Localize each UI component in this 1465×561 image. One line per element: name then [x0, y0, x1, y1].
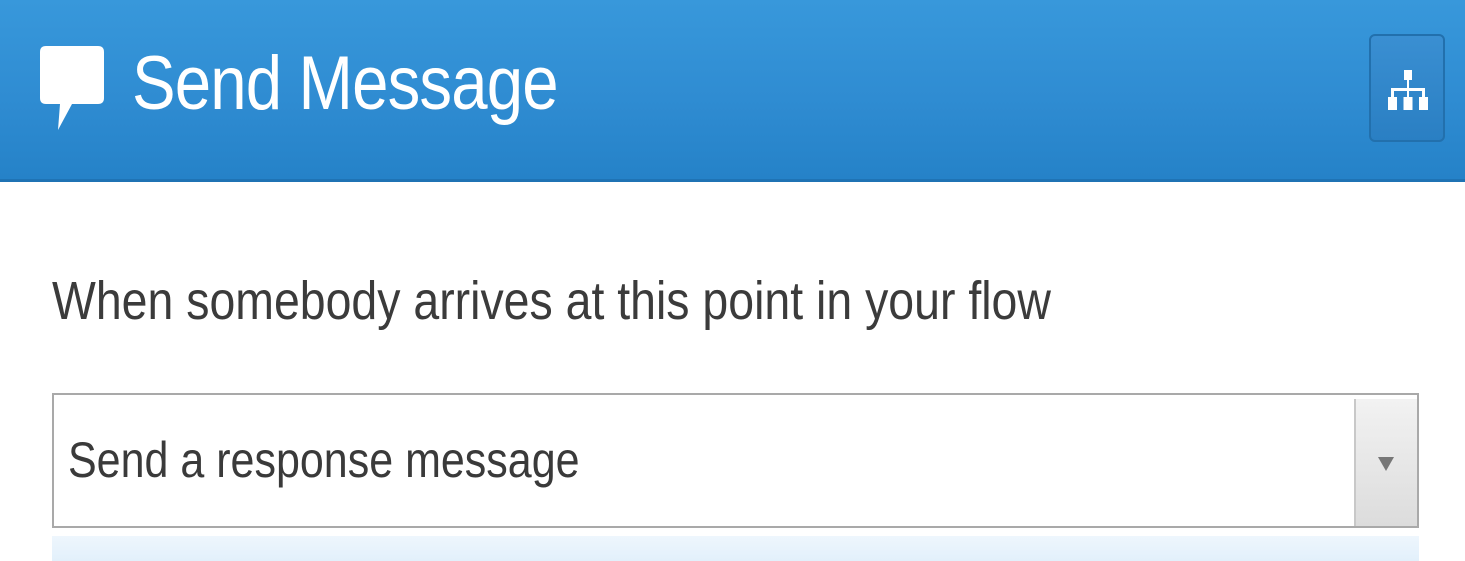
sitemap-icon [1388, 70, 1428, 110]
action-select-value: Send a response message [68, 432, 580, 488]
select-dropdown-button[interactable] [1354, 399, 1417, 526]
caret-down-icon [1378, 457, 1394, 471]
modal-header: Send Message [0, 0, 1465, 182]
prompt-label: When somebody arrives at this point in y… [52, 271, 1051, 331]
action-select[interactable]: Send a response message [52, 393, 1419, 528]
speech-bubble-icon [40, 46, 104, 132]
view-flow-button[interactable] [1369, 34, 1445, 142]
page-title: Send Message [132, 41, 559, 126]
panel-edge [52, 536, 1419, 561]
